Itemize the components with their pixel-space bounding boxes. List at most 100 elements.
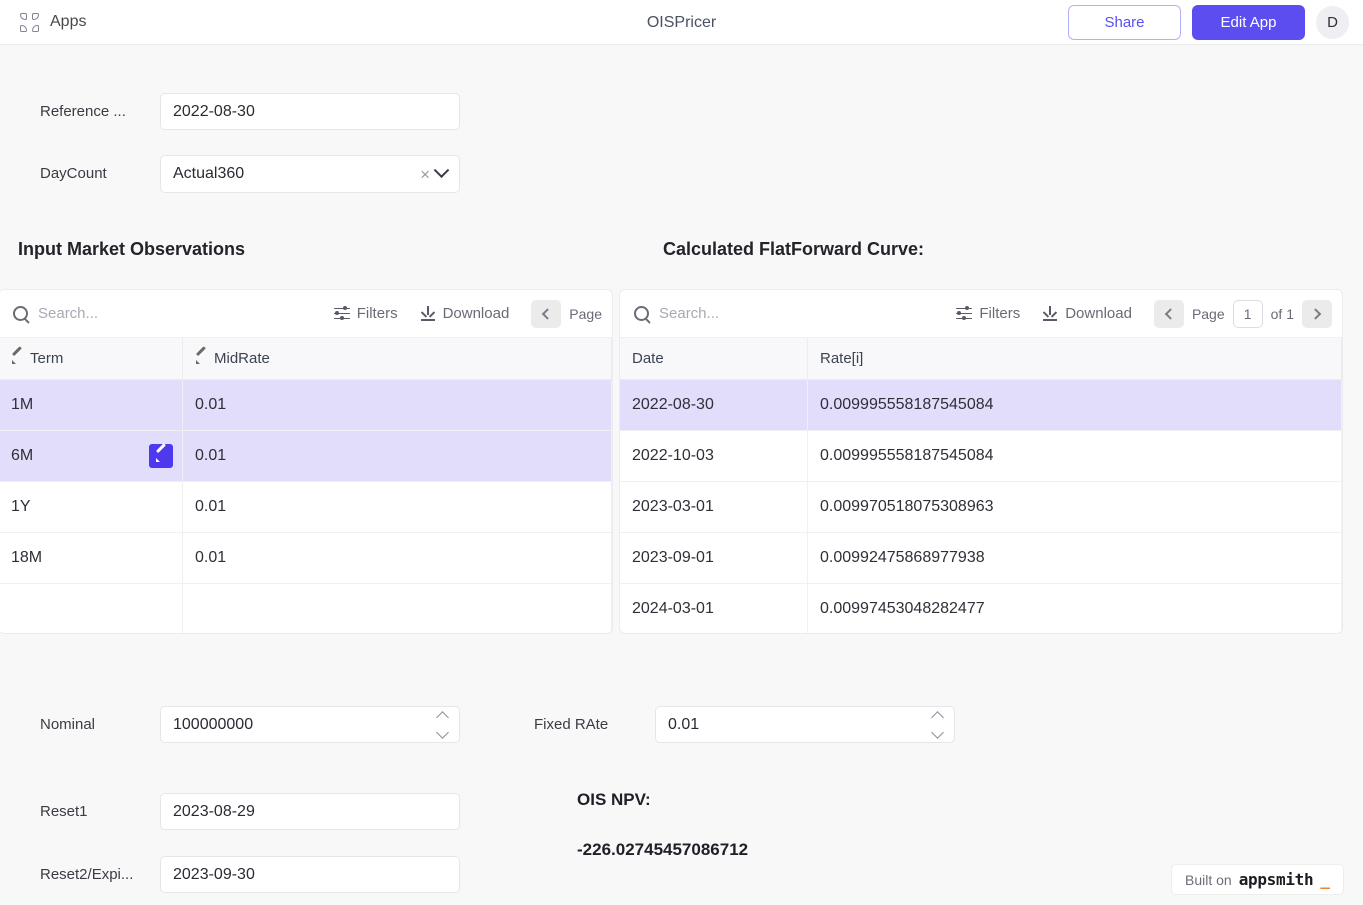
pencil-icon xyxy=(195,353,207,365)
share-button[interactable]: Share xyxy=(1068,4,1181,40)
previous-page-button[interactable] xyxy=(531,299,562,328)
close-icon[interactable]: × xyxy=(414,166,436,183)
cell-midrate: 0.01 xyxy=(183,380,612,430)
daycount-select[interactable]: Actual360 × xyxy=(160,155,460,193)
reset2-value: 2023-09-30 xyxy=(173,865,255,883)
cell-term-label: 6M xyxy=(11,447,34,464)
table-row[interactable]: 2023-03-01 0.009970518075308963 xyxy=(620,482,1342,533)
fixed-rate-label: Fixed RAte xyxy=(534,716,609,733)
cell-date: 2022-10-03 xyxy=(620,431,808,481)
filters-button[interactable]: Filters xyxy=(333,305,398,322)
cell-rate: 0.009970518075308963 xyxy=(808,482,1342,532)
input-market-observations-table: Filters Download Page Term MidRate 1M 0.… xyxy=(0,290,612,633)
nominal-value: 100000000 xyxy=(173,715,254,733)
column-header-term[interactable]: Term xyxy=(0,338,183,379)
left-table-search[interactable] xyxy=(13,305,334,322)
cell-date: 2023-03-01 xyxy=(620,482,808,532)
table-row[interactable]: 1M 0.01 xyxy=(0,380,612,431)
table-row[interactable]: 1Y 0.01 xyxy=(0,482,612,533)
cell-term: 18M xyxy=(0,533,183,583)
stepper-down-icon[interactable] xyxy=(931,725,944,739)
apps-grid-icon xyxy=(20,12,39,32)
chevron-left-icon xyxy=(1164,307,1177,320)
search-input[interactable] xyxy=(659,305,859,322)
table-row[interactable]: 18M 0.01 xyxy=(0,533,612,584)
top-navigation-bar: Apps OISPricer Share Edit App D xyxy=(0,0,1363,45)
fixed-rate-field[interactable]: 0.01 xyxy=(655,706,955,743)
cell-term: 1M xyxy=(0,380,183,430)
reset1-field[interactable]: 2023-08-29 xyxy=(160,793,460,830)
right-table-header-row: Date Rate[i] xyxy=(620,338,1342,380)
table-row[interactable]: 2024-03-01 0.00997453048282477 xyxy=(620,584,1342,633)
pencil-icon xyxy=(11,353,23,365)
cell-date: 2024-03-01 xyxy=(620,584,808,633)
table-row[interactable]: 6M 0.01 xyxy=(0,431,612,482)
nominal-field[interactable]: 100000000 xyxy=(160,706,460,743)
next-page-button[interactable] xyxy=(1302,299,1332,328)
daycount-value: Actual360 xyxy=(173,165,245,182)
right-table-pagination: Page 1 of 1 xyxy=(1153,299,1342,328)
cell-rate: 0.009995558187545084 xyxy=(808,380,1342,430)
stepper-up-icon[interactable] xyxy=(931,710,944,724)
quantity-stepper[interactable] xyxy=(925,710,944,739)
right-table-toolbar: Filters Download Page 1 of 1 xyxy=(620,290,1342,338)
right-table-search[interactable] xyxy=(634,305,956,322)
filters-label: Filters xyxy=(979,305,1021,322)
column-header-midrate-label: MidRate xyxy=(214,350,270,367)
apps-button[interactable]: Apps xyxy=(20,12,87,32)
download-button[interactable]: Download xyxy=(1042,305,1132,322)
cell-date: 2022-08-30 xyxy=(620,380,808,430)
download-label: Download xyxy=(442,305,510,322)
calculated-flatforward-curve-table: Filters Download Page 1 of 1 Date Rate[i… xyxy=(620,290,1342,633)
npv-value: -226.02745457086712 xyxy=(577,840,749,859)
right-table-heading: Calculated FlatForward Curve: xyxy=(663,239,925,259)
search-icon xyxy=(13,306,28,321)
column-header-date[interactable]: Date xyxy=(620,338,808,379)
left-table-header-row: Term MidRate xyxy=(0,338,612,380)
filters-button[interactable]: Filters xyxy=(956,305,1020,322)
page-label: Page xyxy=(1191,305,1225,322)
cell-midrate: 0.01 xyxy=(183,431,612,481)
cell-midrate xyxy=(183,584,612,633)
chevron-down-icon[interactable] xyxy=(433,161,450,178)
reference-date-field[interactable]: 2022-08-30 xyxy=(160,93,460,130)
topbar-actions: Share Edit App D xyxy=(1068,4,1349,40)
download-icon xyxy=(1042,305,1058,322)
cell-date: 2023-09-01 xyxy=(620,533,808,583)
reset1-label: Reset1 xyxy=(40,803,88,820)
page-number-input[interactable]: 1 xyxy=(1232,299,1263,328)
edit-cell-button[interactable] xyxy=(149,444,173,468)
cell-rate: 0.00997453048282477 xyxy=(808,584,1342,633)
column-header-rate[interactable]: Rate[i] xyxy=(808,338,1342,379)
left-table-toolbar: Filters Download Page xyxy=(0,290,612,338)
download-button[interactable]: Download xyxy=(420,305,510,322)
reference-date-label: Reference ... xyxy=(40,103,126,120)
column-header-midrate[interactable]: MidRate xyxy=(183,338,612,379)
built-on-appsmith-badge[interactable]: Built on appsmith _ xyxy=(1171,864,1344,895)
reset2-field[interactable]: 2023-09-30 xyxy=(160,856,460,893)
chevron-left-icon xyxy=(542,307,554,320)
search-input[interactable] xyxy=(38,305,238,322)
previous-page-button[interactable] xyxy=(1153,299,1184,328)
cell-term: 1Y xyxy=(0,482,183,532)
quantity-stepper[interactable] xyxy=(430,710,449,739)
cell-midrate: 0.01 xyxy=(183,533,612,583)
appsmith-cursor-icon: _ xyxy=(1320,870,1330,889)
filters-label: Filters xyxy=(356,305,398,322)
pencil-icon xyxy=(155,450,167,462)
left-table-pagination: Page xyxy=(531,299,612,328)
table-row[interactable]: 2023-09-01 0.00992475868977938 xyxy=(620,533,1342,584)
cell-rate: 0.00992475868977938 xyxy=(808,533,1342,583)
filter-icon xyxy=(956,306,973,321)
page-count-label: of 1 xyxy=(1270,305,1294,322)
edit-app-button[interactable]: Edit App xyxy=(1192,4,1305,40)
reference-date-value: 2022-08-30 xyxy=(173,102,255,120)
avatar[interactable]: D xyxy=(1316,5,1349,39)
table-row[interactable]: 2022-10-03 0.009995558187545084 xyxy=(620,431,1342,482)
table-row[interactable]: 2022-08-30 0.009995558187545084 xyxy=(620,380,1342,431)
table-row[interactable] xyxy=(0,584,612,633)
stepper-up-icon[interactable] xyxy=(436,710,449,724)
column-header-term-label: Term xyxy=(30,350,64,367)
stepper-down-icon[interactable] xyxy=(436,725,449,739)
apps-button-label: Apps xyxy=(50,13,87,30)
